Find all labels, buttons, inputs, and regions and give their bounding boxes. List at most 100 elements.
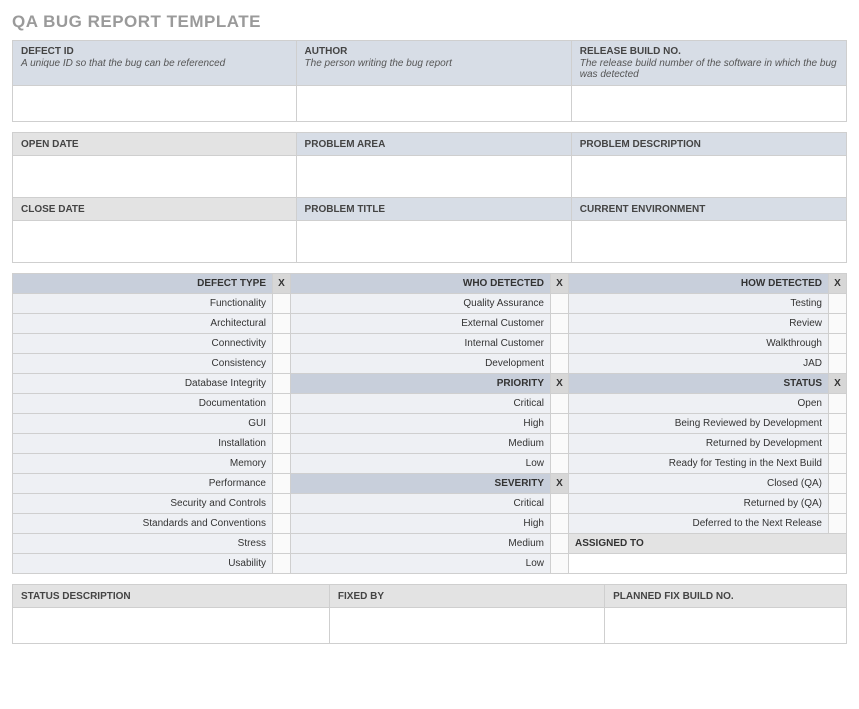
priority-item: High — [291, 414, 551, 434]
priority-header: PRIORITY — [291, 374, 551, 394]
defect-type-check[interactable] — [273, 554, 291, 574]
release-input[interactable] — [571, 86, 846, 122]
current-env-input[interactable] — [571, 221, 846, 263]
who-detected-header: WHO DETECTED — [291, 274, 551, 294]
defect-id-label: DEFECT ID — [21, 46, 288, 57]
defect-type-item: Architectural — [13, 314, 273, 334]
severity-check[interactable] — [551, 494, 569, 514]
defect-type-item: Consistency — [13, 354, 273, 374]
how-check[interactable] — [829, 294, 847, 314]
defect-type-item: Connectivity — [13, 334, 273, 354]
bottom-table: STATUS DESCRIPTION FIXED BY PLANNED FIX … — [12, 584, 847, 644]
x-header: X — [551, 474, 569, 494]
status-check[interactable] — [829, 474, 847, 494]
priority-check[interactable] — [551, 454, 569, 474]
status-item: Deferred to the Next Release — [569, 514, 829, 534]
severity-item: Medium — [291, 534, 551, 554]
defect-type-check[interactable] — [273, 494, 291, 514]
defect-type-check[interactable] — [273, 534, 291, 554]
defect-id-input[interactable] — [13, 86, 297, 122]
who-item: Development — [291, 354, 551, 374]
severity-check[interactable] — [551, 514, 569, 534]
who-check[interactable] — [551, 294, 569, 314]
author-label: AUTHOR — [305, 46, 563, 57]
defect-type-item: GUI — [13, 414, 273, 434]
open-date-input[interactable] — [13, 156, 297, 198]
defect-type-check[interactable] — [273, 334, 291, 354]
defect-type-check[interactable] — [273, 394, 291, 414]
who-check[interactable] — [551, 334, 569, 354]
defect-type-item: Installation — [13, 434, 273, 454]
how-check[interactable] — [829, 354, 847, 374]
problem-area-input[interactable] — [296, 156, 571, 198]
status-desc-input[interactable] — [13, 608, 330, 644]
defect-type-check[interactable] — [273, 294, 291, 314]
status-check[interactable] — [829, 434, 847, 454]
status-item: Ready for Testing in the Next Build — [569, 454, 829, 474]
problem-title-input[interactable] — [296, 221, 571, 263]
who-item: Internal Customer — [291, 334, 551, 354]
defect-type-check[interactable] — [273, 434, 291, 454]
defect-type-check[interactable] — [273, 454, 291, 474]
assigned-to-header: ASSIGNED TO — [569, 534, 847, 554]
status-item: Closed (QA) — [569, 474, 829, 494]
defect-type-item: Database Integrity — [13, 374, 273, 394]
severity-item: Low — [291, 554, 551, 574]
defect-type-check[interactable] — [273, 354, 291, 374]
how-detected-header: HOW DETECTED — [569, 274, 829, 294]
problem-desc-label: PROBLEM DESCRIPTION — [580, 139, 701, 150]
severity-item: High — [291, 514, 551, 534]
defect-type-item: Security and Controls — [13, 494, 273, 514]
x-header: X — [829, 274, 847, 294]
severity-check[interactable] — [551, 534, 569, 554]
defect-type-item: Performance — [13, 474, 273, 494]
defect-type-check[interactable] — [273, 414, 291, 434]
priority-check[interactable] — [551, 414, 569, 434]
mid-table: OPEN DATE PROBLEM AREA PROBLEM DESCRIPTI… — [12, 132, 847, 263]
status-desc-label: STATUS DESCRIPTION — [21, 591, 131, 602]
x-header: X — [273, 274, 291, 294]
header-table: DEFECT IDA unique ID so that the bug can… — [12, 40, 847, 122]
who-item: Quality Assurance — [291, 294, 551, 314]
how-check[interactable] — [829, 314, 847, 334]
status-check[interactable] — [829, 494, 847, 514]
how-item: JAD — [569, 354, 829, 374]
status-item: Open — [569, 394, 829, 414]
planned-fix-label: PLANNED FIX BUILD NO. — [613, 591, 734, 602]
problem-area-label: PROBLEM AREA — [305, 139, 386, 150]
assigned-to-input[interactable] — [569, 554, 847, 574]
problem-desc-input[interactable] — [571, 156, 846, 198]
priority-item: Low — [291, 454, 551, 474]
how-check[interactable] — [829, 334, 847, 354]
close-date-label: CLOSE DATE — [21, 204, 85, 215]
planned-fix-input[interactable] — [605, 608, 847, 644]
problem-title-label: PROBLEM TITLE — [305, 204, 386, 215]
how-item: Testing — [569, 294, 829, 314]
priority-check[interactable] — [551, 434, 569, 454]
page-title: QA BUG REPORT TEMPLATE — [12, 12, 847, 32]
current-env-label: CURRENT ENVIRONMENT — [580, 204, 706, 215]
who-check[interactable] — [551, 354, 569, 374]
priority-item: Medium — [291, 434, 551, 454]
defect-type-header: DEFECT TYPE — [13, 274, 273, 294]
category-table: DEFECT TYPE X WHO DETECTED X HOW DETECTE… — [12, 273, 847, 574]
severity-check[interactable] — [551, 554, 569, 574]
priority-check[interactable] — [551, 394, 569, 414]
status-check[interactable] — [829, 454, 847, 474]
defect-type-check[interactable] — [273, 514, 291, 534]
author-input[interactable] — [296, 86, 571, 122]
status-item: Returned by Development — [569, 434, 829, 454]
fixed-by-input[interactable] — [329, 608, 604, 644]
status-check[interactable] — [829, 394, 847, 414]
who-check[interactable] — [551, 314, 569, 334]
status-check[interactable] — [829, 514, 847, 534]
defect-type-check[interactable] — [273, 474, 291, 494]
close-date-input[interactable] — [13, 221, 297, 263]
defect-type-check[interactable] — [273, 374, 291, 394]
status-check[interactable] — [829, 414, 847, 434]
defect-type-check[interactable] — [273, 314, 291, 334]
severity-item: Critical — [291, 494, 551, 514]
x-header: X — [551, 274, 569, 294]
open-date-label: OPEN DATE — [21, 139, 79, 150]
how-item: Walkthrough — [569, 334, 829, 354]
